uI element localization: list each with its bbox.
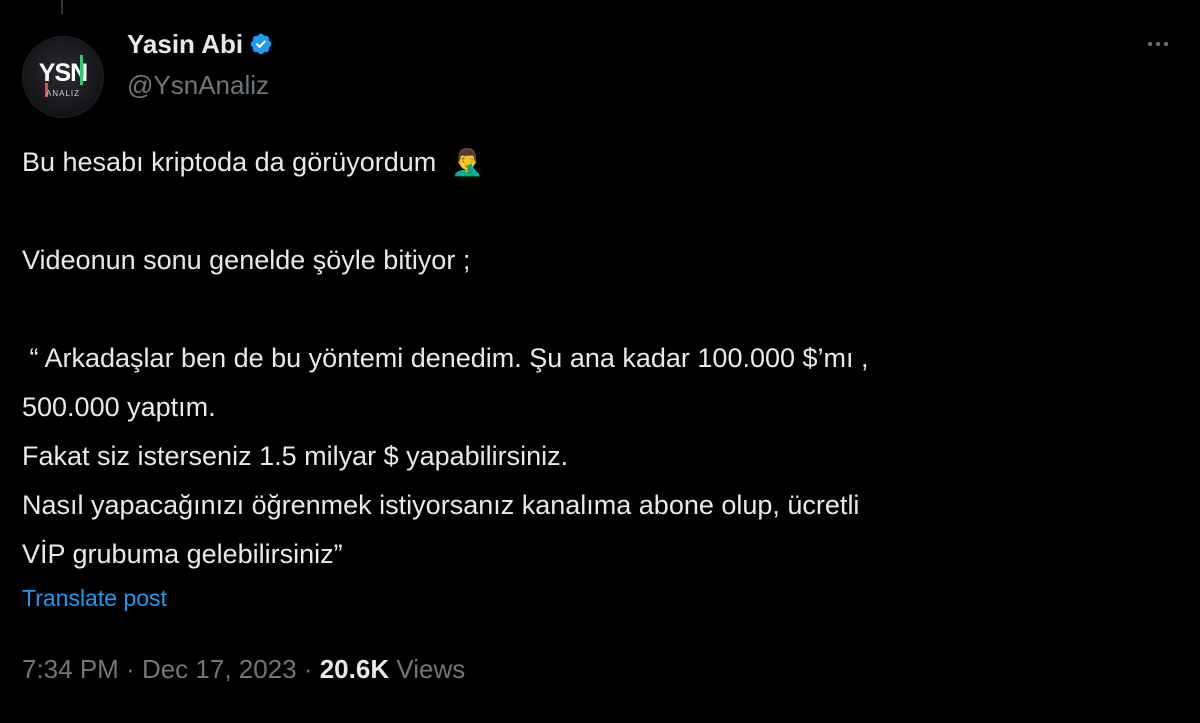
tweet-line: Nasıl yapacağınızı öğrenmek istiyorsanız… [22,490,860,520]
avatar-logo-bar-green [80,55,83,85]
author-display-name[interactable]: Yasin Abi [127,29,243,60]
tweet-line: VİP grubuma gelebilirsiniz” [22,539,343,569]
tweet-metadata: 7:34 PM · Dec 17, 2023 · 20.6K Views [22,654,465,685]
verified-badge-icon[interactable] [249,32,273,56]
tweet-time-link[interactable]: 7:34 PM [22,654,119,685]
tweet-line [22,285,1182,334]
avatar-logo-subtext: ANALIZ [45,89,80,98]
translate-post-link[interactable]: Translate post [22,585,167,612]
tweet-line: 500.000 yaptım. [22,392,216,422]
views-count[interactable]: 20.6K [320,654,389,685]
avatar-logo-text: YSN [38,59,88,87]
tweet-line [22,187,1182,236]
more-dot-icon [1164,42,1168,46]
tweet-line: Videonun sonu genelde şöyle bitiyor ; [22,245,471,275]
author-handle[interactable]: @YsnAnaliz [127,70,269,101]
tweet-line: Bu hesabı kriptoda da görüyordum 🤦‍♂️ [22,138,1182,187]
tweet-date-link[interactable]: Dec 17, 2023 [142,654,297,685]
tweet-line-text: Bu hesabı kriptoda da görüyordum [22,147,437,177]
meta-separator: · [118,654,142,684]
tweet-header: YSN ANALIZ Yasin Abi @YsnAnaliz [22,28,1178,118]
tweet-line: “ Arkadaşlar ben de bu yöntemi denedim. … [22,343,869,373]
views-label: Views [389,654,466,684]
thread-connector-line [61,0,63,14]
meta-separator: · [296,654,320,684]
more-options-button[interactable] [1138,28,1178,60]
tweet-text: Bu hesabı kriptoda da görüyordum 🤦‍♂️ Vi… [22,138,1182,579]
more-dot-icon [1148,42,1152,46]
more-dot-icon [1156,42,1160,46]
author-name-row: Yasin Abi [127,28,273,60]
tweet-line: Fakat siz isterseniz 1.5 milyar $ yapabi… [22,441,569,471]
avatar[interactable]: YSN ANALIZ [22,36,104,118]
facepalm-emoji-icon: 🤦‍♂️ [451,148,484,178]
